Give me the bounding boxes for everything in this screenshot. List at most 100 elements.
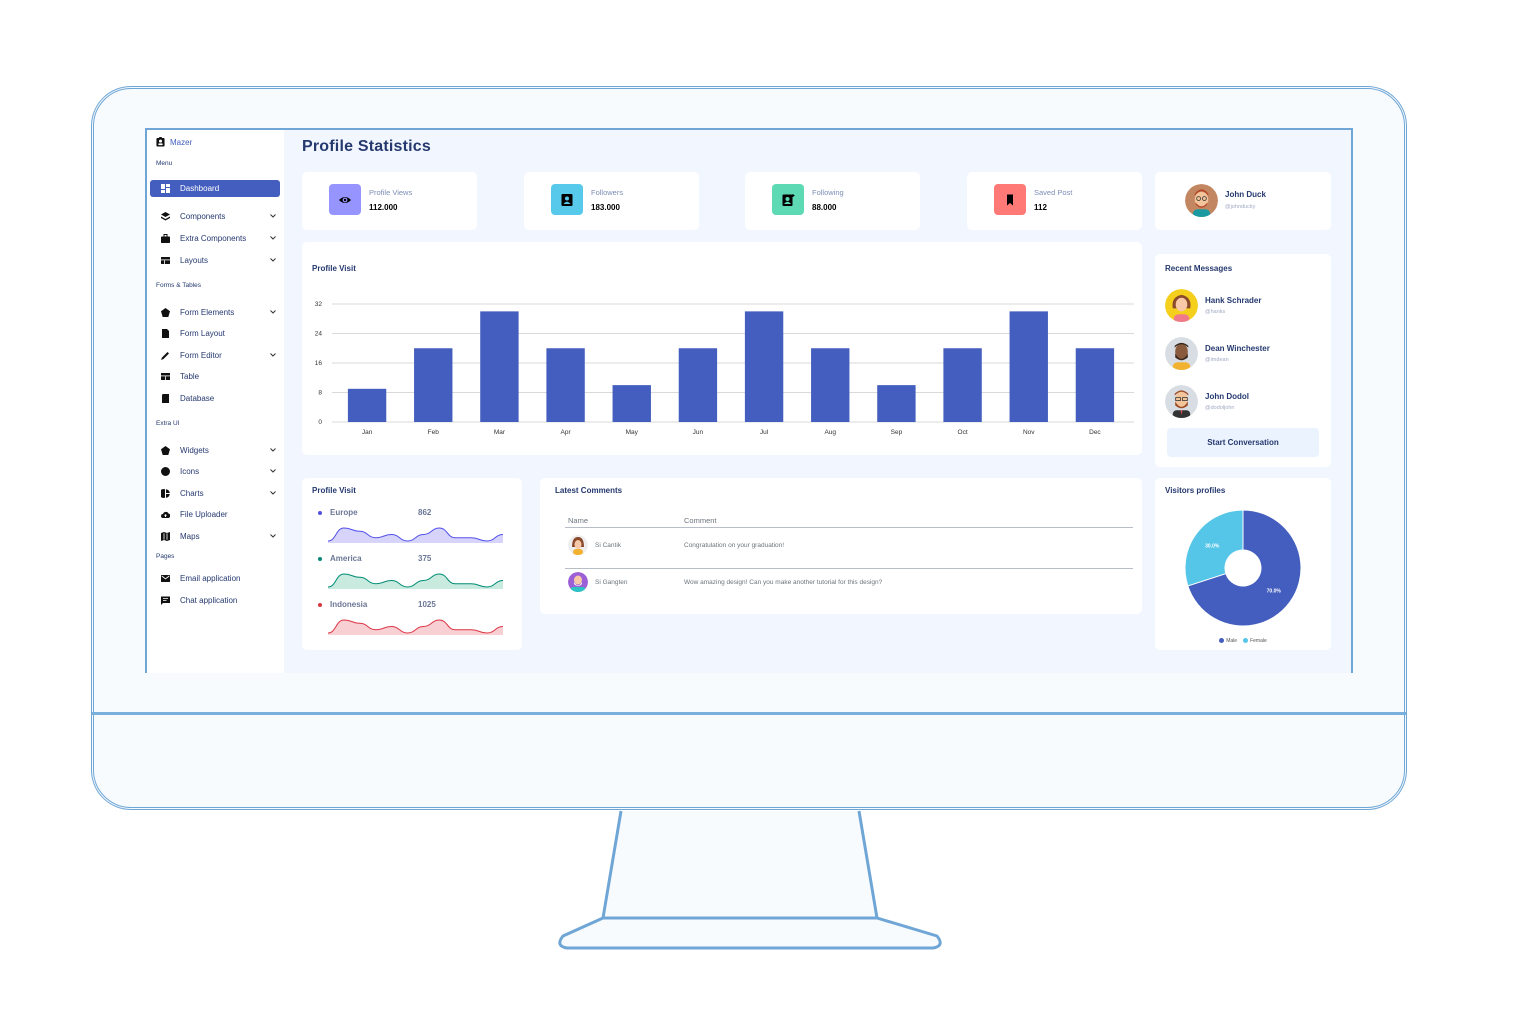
profile-card[interactable]: John Duck @johnducky — [1155, 172, 1331, 230]
brand-logo[interactable]: Mazer — [156, 137, 192, 147]
sidebar-item-extra-components[interactable]: Extra Components — [150, 230, 280, 247]
x-tick-label: Jul — [760, 429, 769, 436]
y-tick-label: 16 — [315, 360, 323, 367]
visitors-donut-chart: 70.0% 30.0% — [1184, 509, 1302, 627]
sidebar-item-label: Layouts — [180, 256, 209, 265]
avatar — [1165, 385, 1198, 418]
pen-icon — [150, 351, 174, 360]
slice-label: 70.0% — [1267, 588, 1282, 594]
bar-dec — [1075, 348, 1115, 422]
sidebar-item-label: File Uploader — [180, 510, 228, 519]
comment-text: Wow amazing design! Can you make another… — [684, 579, 883, 586]
stat-card-saved-post[interactable]: Saved Post 112 — [967, 172, 1142, 230]
sidebar-item-email-application[interactable]: Email application — [150, 570, 280, 587]
visitors-profiles-title: Visitors profiles — [1165, 486, 1226, 495]
column-header-name[interactable]: Name — [568, 516, 588, 525]
chevron-down-icon[interactable] — [266, 490, 280, 497]
chevron-down-icon[interactable] — [266, 309, 280, 316]
stat-label: Followers — [591, 188, 624, 197]
region-name: America — [330, 554, 362, 563]
eye-icon — [329, 184, 361, 215]
message-sender-handle: @dodoljohn — [1205, 405, 1235, 411]
chat-icon — [150, 596, 174, 605]
sidebar-section-pages: Pages — [156, 553, 175, 560]
sidebar-item-label: Widgets — [180, 446, 209, 455]
file-icon — [150, 329, 174, 338]
chevron-down-icon[interactable] — [266, 468, 280, 475]
sidebar-item-layouts[interactable]: Layouts — [150, 252, 280, 269]
y-tick-label: 24 — [315, 331, 323, 338]
region-sparkline — [328, 619, 503, 635]
stat-card-following[interactable]: Following 88.000 — [745, 172, 920, 230]
sidebar-item-label: Form Layout — [180, 329, 225, 338]
bar-jul — [744, 311, 784, 422]
x-tick-label: Oct — [958, 429, 968, 436]
stat-label: Saved Post — [1034, 188, 1073, 197]
region-name: Europe — [330, 508, 358, 517]
envelope-icon — [150, 574, 174, 583]
bar-apr — [546, 348, 585, 422]
message-sender-name: John Dodol — [1205, 392, 1249, 401]
cloud-upload-icon — [150, 510, 174, 519]
row-divider — [565, 568, 1133, 569]
comment-text: Congratulation on your graduation! — [684, 542, 785, 549]
sidebar-item-label: Extra Components — [180, 234, 247, 243]
x-tick-label: Apr — [561, 429, 572, 436]
monitor-stand — [558, 810, 942, 950]
column-header-comment[interactable]: Comment — [684, 516, 717, 525]
sidebar-item-form-elements[interactable]: Form Elements — [150, 304, 280, 321]
chevron-down-icon[interactable] — [266, 352, 280, 359]
chevron-down-icon[interactable] — [266, 533, 280, 540]
commenter-name: Si Gangten — [595, 579, 628, 586]
start-conversation-button[interactable]: Start Conversation — [1167, 428, 1319, 457]
recent-messages-card: Recent Messages Hank Schrader @hanks Dea… — [1155, 254, 1331, 467]
bar-nov — [1009, 311, 1048, 422]
chevron-down-icon[interactable] — [266, 213, 280, 220]
chevron-down-icon[interactable] — [266, 447, 280, 454]
slice-label: 30.0% — [1205, 544, 1220, 550]
y-tick-label: 0 — [318, 419, 322, 426]
stat-card-profile-views[interactable]: Profile Views 112.000 — [302, 172, 477, 230]
message-sender-handle: @imdean — [1205, 357, 1229, 363]
sidebar-item-components[interactable]: Components — [150, 208, 280, 225]
donut-legend: Male Female — [1155, 638, 1331, 644]
avatar — [1165, 337, 1198, 370]
sidebar-item-form-editor[interactable]: Form Editor — [150, 347, 280, 364]
sidebar-item-label: Form Editor — [180, 351, 222, 360]
stat-card-followers[interactable]: Followers 183.000 — [524, 172, 699, 230]
page-title: Profile Statistics — [302, 138, 431, 155]
sidebar-item-dashboard[interactable]: Dashboard — [150, 180, 280, 197]
region-value: 375 — [418, 554, 432, 563]
region-sparkline — [328, 573, 503, 589]
sidebar-item-widgets[interactable]: Widgets — [150, 442, 280, 459]
latest-comments-title: Latest Comments — [555, 486, 623, 495]
sidebar-section-menu: Menu — [156, 160, 173, 167]
user-plus-icon — [772, 184, 804, 215]
sidebar-item-table[interactable]: Table — [150, 368, 280, 385]
sidebar-item-maps[interactable]: Maps — [150, 528, 280, 545]
region-name: Indonesia — [330, 600, 368, 609]
stat-label: Following — [812, 188, 844, 197]
table-header-divider — [565, 527, 1133, 528]
sidebar-item-label: Maps — [180, 532, 200, 541]
database-icon — [150, 394, 174, 403]
sidebar-item-charts[interactable]: Charts — [150, 485, 280, 502]
chevron-down-icon[interactable] — [266, 257, 280, 264]
stat-value: 183.000 — [591, 203, 620, 212]
chevron-down-icon[interactable] — [266, 235, 280, 242]
x-tick-label: Feb — [428, 429, 440, 436]
pentagon-icon — [150, 446, 174, 455]
profile-visit-bar-chart: 0 8 16 24 32 Jan Feb Mar Apr May Jun Jul Aug Sep Oct No… — [315, 301, 1134, 436]
legend-item-female[interactable]: Female — [1243, 638, 1267, 644]
x-tick-label: Dec — [1089, 429, 1101, 436]
sidebar-item-chat-application[interactable]: Chat application — [150, 592, 280, 609]
legend-item-male[interactable]: Male — [1219, 638, 1237, 644]
region-visit-title: Profile Visit — [312, 486, 356, 495]
sidebar-item-database[interactable]: Database — [150, 390, 280, 407]
sidebar-item-icons[interactable]: Icons — [150, 463, 280, 480]
bar-oct — [943, 348, 982, 422]
sidebar: Mazer Menu Dashboard Components Extra Compo… — [147, 130, 284, 673]
x-tick-label: Jan — [362, 429, 373, 436]
sidebar-item-form-layout[interactable]: Form Layout — [150, 325, 280, 342]
sidebar-item-file-uploader[interactable]: File Uploader — [150, 506, 280, 523]
